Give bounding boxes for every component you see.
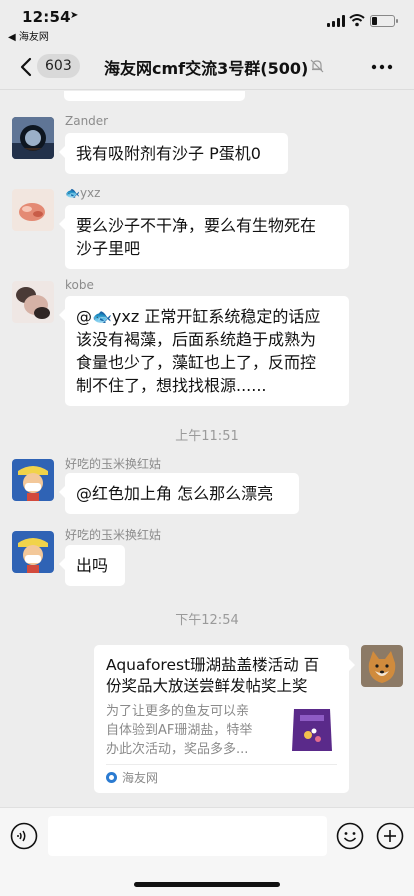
status-bar: 12:54 ➤ ◀ 海友网	[0, 0, 414, 44]
message-text-line: 要么沙子不干净，要么有生物死在	[76, 216, 317, 235]
card-desc-line: 办此次活动，奖品多多...	[106, 742, 249, 757]
card-title-line: Aquaforest珊湖盐盖楼活动 百	[106, 656, 320, 674]
back-to-app-link[interactable]: ◀ 海友网	[8, 28, 49, 43]
timestamp: 上午11:51	[175, 429, 239, 444]
home-indicator[interactable]	[134, 882, 280, 887]
location-arrow-icon: ➤	[70, 10, 79, 21]
voice-icon[interactable]	[10, 822, 38, 850]
sender-name: 🐟yxz	[65, 186, 101, 200]
unread-count-badge[interactable]: 603	[37, 54, 80, 78]
timestamp: 下午12:54	[175, 613, 239, 628]
message-text-line: @🐟yxz 正常开缸系统稳定的话应	[76, 307, 321, 326]
source-logo-icon	[106, 772, 117, 783]
sender-name: 好吃的玉米换红姑	[65, 528, 162, 542]
card-divider	[106, 764, 337, 765]
card-thumbnail-image	[286, 701, 338, 755]
sender-name: Zander	[65, 114, 109, 128]
avatar[interactable]	[12, 459, 54, 501]
message-bubble[interactable]: 出吗	[59, 545, 125, 586]
message-bubble[interactable]: 要么沙子不干净，要么有生物死在 沙子里吧	[59, 205, 349, 269]
shared-link-card[interactable]: Aquaforest珊湖盐盖楼活动 百 份奖品大放送尝鲜发帖奖上奖 为了让更多的…	[94, 645, 355, 793]
mute-bell-icon	[310, 59, 324, 73]
message-bubble[interactable]: 我有吸附剂有沙子 P蛋机0	[59, 133, 288, 174]
avatar[interactable]	[12, 281, 54, 323]
cellular-signal-icon	[327, 15, 345, 27]
card-source: 海友网	[106, 769, 158, 786]
card-desc-line: 为了让更多的鱼友可以亲	[106, 704, 250, 719]
card-source-label: 海友网	[122, 771, 159, 785]
own-avatar[interactable]	[361, 645, 403, 687]
chat-title: 海友网cmf交流3号群(500)	[104, 59, 309, 78]
battery-icon	[370, 15, 398, 27]
avatar[interactable]	[12, 117, 54, 159]
message-text-line: 该没有褐藻，后面系统趋于成熟为	[76, 330, 317, 349]
battery-level	[372, 17, 377, 25]
message-text-line: 食量也少了，藻缸也上了，反而控	[76, 353, 317, 372]
message-text-line: 制不住了，想找找根源......	[76, 376, 267, 395]
wifi-icon	[349, 14, 365, 27]
card-description: 为了让更多的鱼友可以亲 自体验到AF珊湖盐，特举 办此次活动，奖品多多...	[106, 702, 286, 759]
message-input[interactable]	[48, 816, 327, 856]
message-bubble[interactable]: @🐟yxz 正常开缸系统稳定的话应 该没有褐藻，后面系统趋于成熟为 食量也少了，…	[59, 296, 349, 406]
message-text: 我有吸附剂有沙子 P蛋机0	[76, 144, 261, 163]
status-time: 12:54	[22, 8, 71, 26]
message-bubble[interactable]: @红色加上角 怎么那么漂亮	[59, 473, 299, 514]
sender-name: kobe	[65, 278, 94, 292]
message-text: 出吗	[76, 556, 109, 575]
avatar[interactable]	[12, 531, 54, 573]
chevron-left-icon[interactable]	[16, 56, 38, 78]
message-text: @红色加上角 怎么那么漂亮	[76, 484, 274, 503]
card-title-line: 份奖品大放送尝鲜发帖奖上奖	[106, 677, 308, 695]
more-dots-icon[interactable]	[370, 56, 394, 78]
message-text-line: 沙子里吧	[76, 239, 141, 258]
previous-message-bubble	[64, 91, 245, 101]
chat-header: 603 海友网cmf交流3号群(500)	[0, 44, 414, 90]
card-desc-line: 自体验到AF珊湖盐，特举	[106, 723, 253, 738]
emoji-icon[interactable]	[336, 822, 364, 850]
message-list[interactable]: Zander 我有吸附剂有沙子 P蛋机0 🐟yxz 要么沙子不干净，要么有生物死…	[0, 91, 414, 807]
avatar[interactable]	[12, 189, 54, 231]
sender-name: 好吃的玉米换红姑	[65, 457, 162, 471]
plus-icon[interactable]	[376, 822, 404, 850]
